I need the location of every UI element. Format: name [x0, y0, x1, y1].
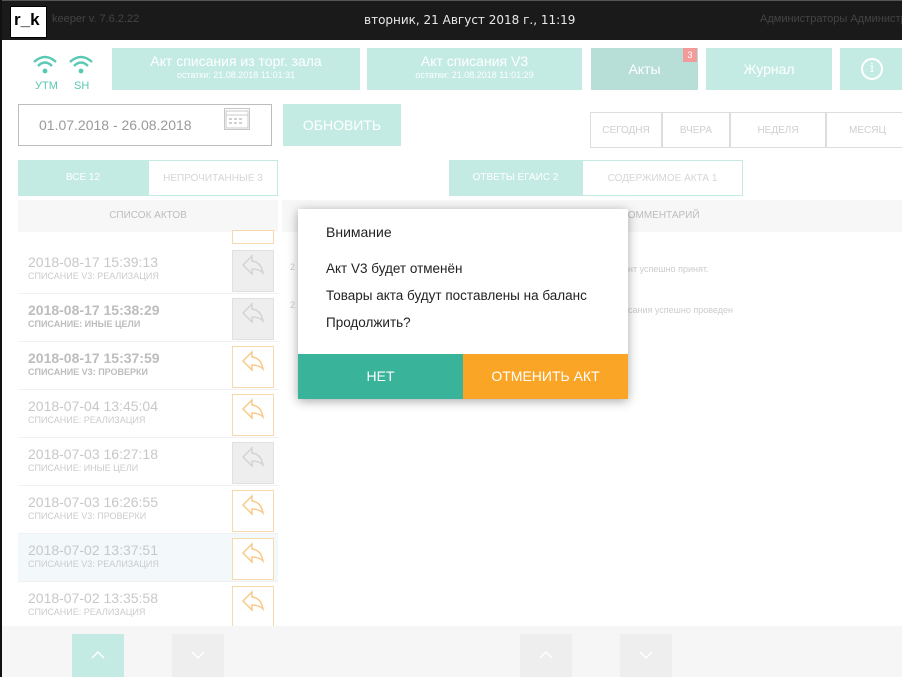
act-type: СПИСАНИЕ V3: ПРОВЕРКИ	[28, 511, 147, 521]
sh-wifi-icon	[68, 54, 94, 80]
undo-icon[interactable]	[232, 346, 274, 388]
undo-icon[interactable]	[232, 586, 274, 628]
tile-title: Акт списания V3	[420, 53, 529, 69]
dialog-title: Внимание	[326, 224, 392, 240]
app-version: keeper v. 7.6.2.22	[52, 13, 140, 25]
act-datetime: 2018-08-17 15:38:29	[28, 302, 160, 318]
act-datetime: 2018-07-02 13:37:51	[28, 542, 158, 558]
list-item[interactable]: 2018-08-17 15:38:29 СПИСАНИЕ: ИНЫЕ ЦЕЛИ	[18, 294, 278, 342]
act-datetime: 2018-07-04 13:45:04	[28, 398, 158, 414]
undo-icon[interactable]	[232, 250, 274, 292]
undo-icon[interactable]	[232, 538, 274, 580]
act-type: СПИСАНИЕ: ИНЫЕ ЦЕЛИ	[28, 319, 141, 329]
acts-list-header: СПИСОК АКТОВ	[18, 200, 278, 232]
message-text: нт успешно принят.	[628, 264, 709, 274]
act-type: СПИСАНИЕ V3: РЕАЛИЗАЦИЯ	[28, 559, 159, 569]
act-datetime: 2018-08-17 15:37:59	[28, 350, 160, 366]
list-item[interactable]: 2018-07-03 16:27:18 СПИСАНИЕ: ИНЫЕ ЦЕЛИ	[18, 438, 278, 486]
list-item[interactable]: 2018-08-17 15:39:13 СПИСАНИЕ V3: РЕАЛИЗА…	[18, 246, 278, 294]
acts-badge: 3	[683, 48, 697, 62]
act-type: СПИСАНИЕ V3: ПРОВЕРКИ	[28, 367, 149, 377]
chevron-down-icon	[639, 651, 653, 660]
no-button[interactable]: НЕТ	[298, 354, 463, 399]
chevron-up-icon	[91, 650, 105, 659]
tab-unread[interactable]: НЕПРОЧИТАННЫЕ 3	[148, 160, 278, 196]
tab-all[interactable]: ВСЕ 12	[18, 160, 148, 196]
tile-writeoff-trade[interactable]: Акт списания из торг. зала остатки: 21.0…	[112, 48, 360, 90]
tile-title: Акт списания из торг. зала	[150, 53, 322, 69]
tab-egais-replies[interactable]: ОТВЕТЫ ЕГАИС 2	[449, 160, 582, 196]
tile-acts[interactable]: Акты 3	[591, 48, 698, 90]
act-filter-tabs: ВСЕ 12 НЕПРОЧИТАННЫЕ 3	[18, 160, 278, 196]
details-scroll-down-button[interactable]	[620, 634, 672, 677]
tile-title: Журнал	[743, 61, 795, 77]
act-type: СПИСАНИЕ: РЕАЛИЗАЦИЯ	[28, 415, 146, 425]
act-datetime: 2018-08-17 15:39:13	[28, 254, 158, 270]
utm-wifi-icon	[32, 54, 58, 80]
list-item[interactable]: 2018-07-03 16:26:55 СПИСАНИЕ V3: ПРОВЕРК…	[18, 486, 278, 534]
utm-label: УТМ	[35, 80, 58, 92]
bottom-bar	[2, 626, 902, 677]
message-prefix: 2	[290, 300, 296, 310]
tab-act-contents[interactable]: СОДЕРЖИМОЕ АКТА 1	[582, 160, 743, 196]
act-type: СПИСАНИЕ V3: РЕАЛИЗАЦИЯ	[28, 271, 159, 281]
scroll-down-button[interactable]	[172, 634, 224, 677]
tile-title: Акты	[628, 61, 661, 77]
date-range-value: 01.07.2018 - 26.08.2018	[39, 117, 192, 133]
tile-subtitle: остатки: 21.08.2018 11:01:31	[176, 70, 296, 80]
current-datetime: вторник, 21 Август 2018 г., 11:19	[364, 13, 576, 27]
filter-bar: 01.07.2018 - 26.08.2018 ОБНОВИТЬ СЕГОДНЯ…	[2, 98, 902, 158]
undo-icon[interactable]	[232, 298, 274, 340]
message-text: сания успешно проведен	[628, 305, 733, 315]
act-type: СПИСАНИЕ: РЕАЛИЗАЦИЯ	[28, 607, 146, 617]
dialog-question: Продолжить?	[326, 315, 411, 330]
sh-label: SH	[74, 80, 90, 92]
list-item-partial	[18, 230, 278, 246]
info-icon: i	[861, 58, 883, 80]
list-item[interactable]: 2018-07-02 13:37:51 СПИСАНИЕ V3: РЕАЛИЗА…	[18, 534, 278, 582]
dialog-message-line: Товары акта будут поставлены на баланс	[326, 288, 587, 303]
refresh-button[interactable]: ОБНОВИТЬ	[283, 104, 401, 146]
act-datetime: 2018-07-02 13:35:58	[28, 590, 158, 606]
range-yesterday-button[interactable]: ВЧЕРА	[662, 112, 730, 148]
comment-header: КОММЕНТАРИЙ	[622, 210, 700, 221]
act-datetime: 2018-07-03 16:27:18	[28, 446, 158, 462]
undo-icon	[232, 230, 274, 244]
cancel-act-button[interactable]: ОТМЕНИТЬ АКТ	[463, 354, 628, 399]
range-week-button[interactable]: НЕДЕЛЯ	[730, 112, 826, 148]
list-item[interactable]: 2018-07-04 13:45:04 СПИСАНИЕ: РЕАЛИЗАЦИЯ	[18, 390, 278, 438]
scroll-up-button[interactable]	[72, 634, 124, 677]
top-navigation: УТМ SH Акт списания из торг. зала остатк…	[2, 40, 902, 98]
info-button[interactable]: i	[840, 48, 902, 90]
act-datetime: 2018-07-03 16:26:55	[28, 494, 158, 510]
undo-icon[interactable]	[232, 490, 274, 532]
range-month-button[interactable]: МЕСЯЦ	[826, 112, 902, 148]
dialog-message-line: Акт V3 будет отменён	[326, 261, 463, 276]
undo-icon[interactable]	[232, 442, 274, 484]
tile-journal[interactable]: Журнал	[706, 48, 832, 90]
list-item[interactable]: 2018-08-17 15:37:59 СПИСАНИЕ V3: ПРОВЕРК…	[18, 342, 278, 390]
undo-icon[interactable]	[232, 394, 274, 436]
details-scroll-up-button[interactable]	[520, 634, 572, 677]
calendar-icon[interactable]	[224, 108, 250, 130]
app-window: r_k keeper v. 7.6.2.22 вторник, 21 Авгус…	[0, 0, 902, 677]
chevron-down-icon	[191, 651, 205, 660]
act-type: СПИСАНИЕ: ИНЫЕ ЦЕЛИ	[28, 463, 139, 473]
tile-subtitle: остатки: 21.08.2018 11:01:29	[415, 70, 534, 80]
app-logo: r_k	[10, 6, 47, 38]
list-item[interactable]: 2018-07-02 13:35:58 СПИСАНИЕ: РЕАЛИЗАЦИЯ	[18, 582, 278, 630]
title-bar: r_k keeper v. 7.6.2.22 вторник, 21 Авгус…	[2, 0, 902, 40]
message-prefix: 2	[290, 262, 296, 272]
tile-writeoff-v3[interactable]: Акт списания V3 остатки: 21.08.2018 11:0…	[367, 48, 582, 90]
confirm-dialog: Внимание Акт V3 будет отменён Товары акт…	[298, 209, 628, 399]
range-today-button[interactable]: СЕГОДНЯ	[590, 112, 662, 148]
chevron-up-icon	[539, 650, 553, 659]
user-name: Администраторы Администрат	[760, 13, 902, 25]
act-detail-tabs: ОТВЕТЫ ЕГАИС 2 СОДЕРЖИМОЕ АКТА 1	[449, 160, 743, 196]
